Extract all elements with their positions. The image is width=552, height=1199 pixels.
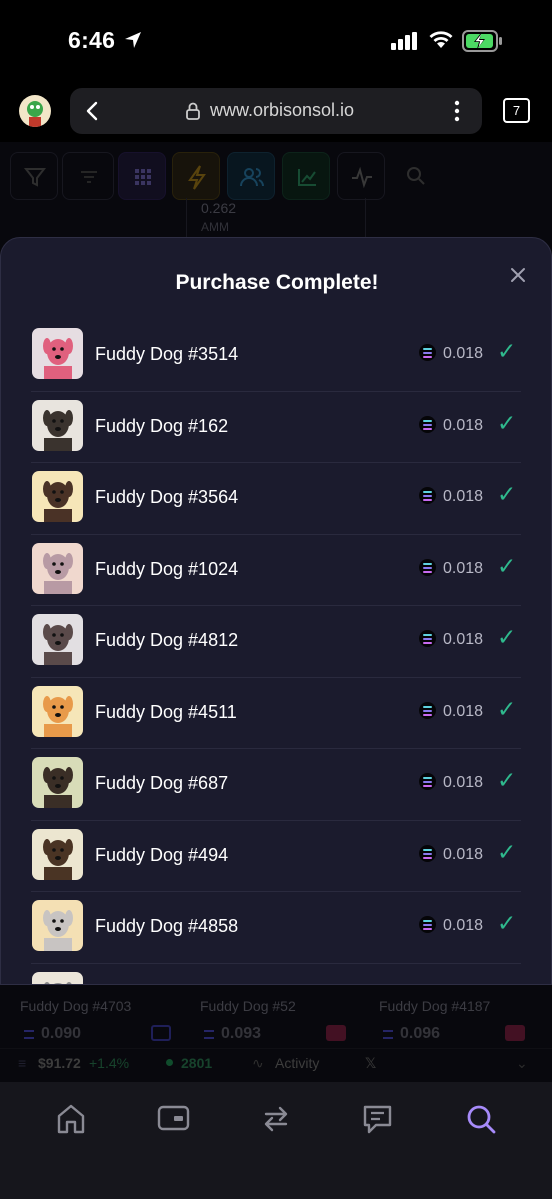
list-item[interactable]: Fuddy Dog #687 0.018 ✓ [31, 749, 521, 821]
browser-bar: www.orbisonsol.io 7 [0, 82, 552, 142]
check-icon: ✓ [497, 338, 517, 364]
nft-thumbnail [32, 399, 83, 451]
check-icon: ✓ [497, 624, 517, 650]
nft-price: 0.018 [443, 559, 484, 577]
check-icon: ✓ [497, 910, 517, 936]
tabs-button[interactable]: 7 [503, 98, 530, 123]
nft-price: 0.018 [443, 702, 484, 720]
modal-title: Purchase Complete! [175, 271, 379, 294]
chat-icon[interactable] [362, 1103, 393, 1135]
list-item[interactable]: Fuddy Dog #494 0.018 ✓ [31, 821, 521, 892]
sol-icon [419, 344, 436, 361]
nft-thumbnail [32, 685, 83, 737]
status-time: 6:46 [68, 27, 116, 53]
check-icon: ✓ [497, 552, 517, 579]
cellular-signal-icon [391, 32, 417, 50]
nft-thumbnail [32, 757, 83, 808]
nft-price: 0.018 [443, 631, 484, 648]
url-text: www.orbisonsol.io [210, 100, 355, 120]
nft-name: Fuddy Dog #3514 [95, 344, 239, 364]
nft-name: Fuddy Dog #162 [95, 415, 229, 436]
sol-icon [419, 558, 436, 576]
home-icon[interactable] [56, 1103, 86, 1135]
nft-name: Fuddy Dog #1024 [95, 558, 239, 579]
nft-price: 0.018 [443, 488, 484, 505]
nft-price: 0.018 [443, 917, 484, 934]
more-options-icon[interactable] [454, 100, 460, 122]
nft-price: 0.018 [443, 416, 484, 434]
nft-price: 0.018 [443, 774, 484, 791]
back-icon[interactable] [86, 101, 98, 121]
check-icon: ✓ [497, 481, 517, 507]
address-bar[interactable]: www.orbisonsol.io [70, 88, 482, 134]
nft-name: Fuddy Dog #494 [95, 844, 229, 865]
search-nav-icon[interactable] [465, 1103, 497, 1135]
check-icon: ✓ [497, 838, 517, 865]
avatar[interactable] [19, 95, 51, 127]
lock-icon [186, 102, 200, 120]
check-icon: ✓ [497, 767, 517, 793]
list-item[interactable]: Fuddy Dog #162 0.018 ✓ [31, 392, 521, 463]
list-item[interactable]: Fuddy Dog #3564 0.018 ✓ [31, 463, 521, 535]
list-item[interactable]: Fuddy Dog #4858 0.018 ✓ [31, 892, 521, 964]
bottom-nav [0, 1082, 552, 1199]
nft-thumbnail [32, 542, 83, 594]
check-icon: ✓ [497, 695, 517, 722]
sol-icon [419, 487, 436, 504]
list-item[interactable]: Fuddy Dog #1024 0.018 ✓ [31, 535, 521, 606]
status-bar: 6:46 [0, 0, 552, 82]
sol-icon [419, 630, 436, 647]
sol-icon [419, 701, 436, 719]
nft-thumbnail [32, 328, 83, 379]
sol-icon [419, 415, 436, 433]
nft-thumbnail [32, 828, 83, 880]
nft-thumbnail [32, 900, 83, 951]
nft-name: Fuddy Dog #687 [95, 773, 229, 793]
nft-name: Fuddy Dog #4511 [95, 701, 237, 722]
purchase-complete-modal: Purchase Complete! Fuddy Dog #3514 0.018 ✓… [0, 237, 552, 985]
check-icon: ✓ [497, 409, 517, 436]
nft-price: 0.018 [443, 345, 484, 362]
nft-thumbnail [32, 971, 83, 984]
list-item[interactable]: ✓ [31, 964, 521, 984]
close-icon[interactable] [507, 264, 529, 286]
list-item[interactable]: Fuddy Dog #4812 0.018 ✓ [31, 606, 521, 678]
list-item[interactable]: Fuddy Dog #4511 0.018 ✓ [31, 678, 521, 749]
nft-thumbnail [32, 471, 83, 522]
nft-price: 0.018 [443, 845, 484, 863]
nft-name: Fuddy Dog #4858 [95, 916, 239, 936]
swap-icon[interactable] [262, 1103, 290, 1135]
wifi-icon [429, 31, 453, 48]
wallet-icon[interactable] [157, 1103, 190, 1133]
battery-charging-icon [462, 30, 502, 52]
nft-name: Fuddy Dog #4812 [95, 630, 239, 650]
nft-thumbnail [32, 614, 83, 665]
location-arrow-icon [125, 32, 141, 48]
list-item[interactable]: Fuddy Dog #3514 0.018 ✓ [31, 320, 521, 392]
sol-icon [419, 773, 436, 790]
nft-name: Fuddy Dog #3564 [95, 487, 239, 507]
sol-icon [419, 916, 436, 933]
sol-icon [419, 844, 436, 862]
purchased-items-list: Fuddy Dog #3514 0.018 ✓ Fuddy Dog #162 0.018… [31, 320, 521, 984]
